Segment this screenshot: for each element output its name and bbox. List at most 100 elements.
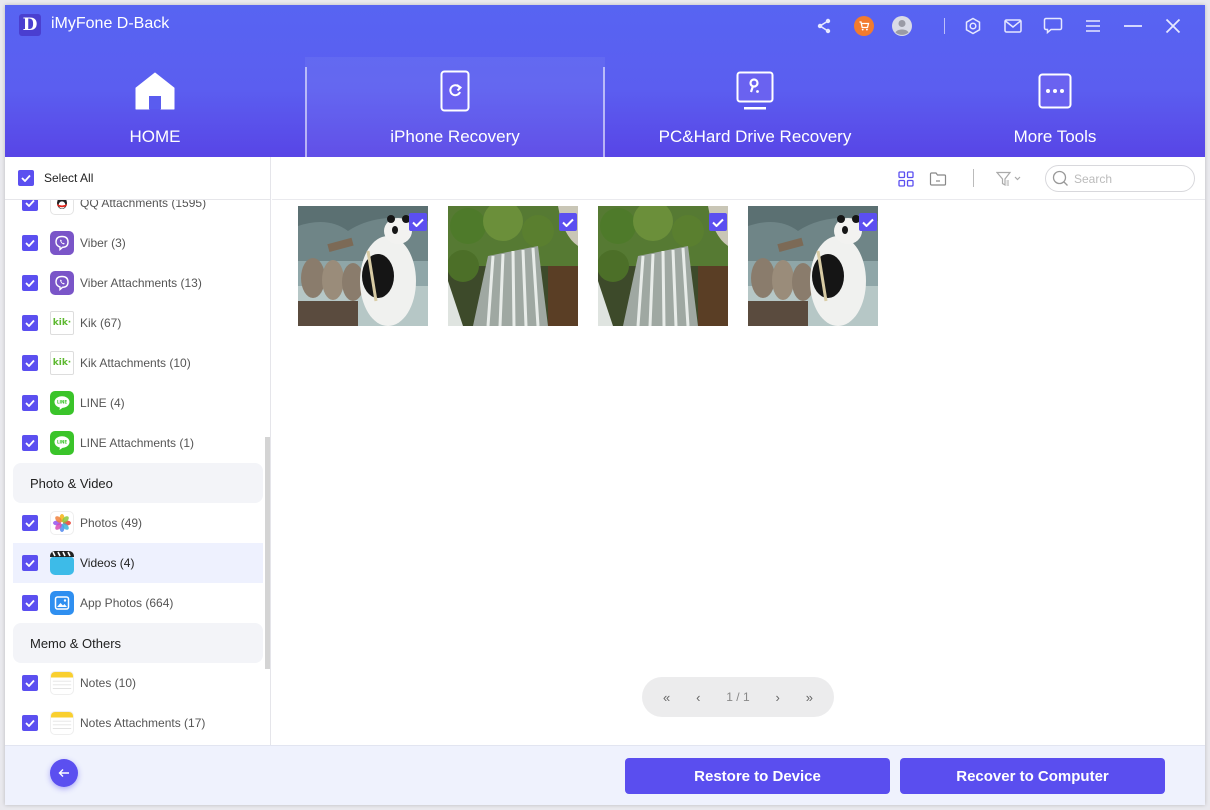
tab-more-tools[interactable]: More Tools [905,57,1205,157]
checkbox[interactable] [22,395,38,411]
tab-pc-drive-recovery-label: PC&Hard Drive Recovery [658,127,852,146]
search-input[interactable] [1074,171,1184,186]
content-area: « ‹ 1 / 1 › » [272,157,1205,745]
tab-home[interactable]: HOME [5,57,305,157]
pc-drive-recovery-icon [736,69,774,113]
filter-dropdown-icon[interactable] [995,170,1027,188]
video-thumbnail-panda[interactable] [298,206,428,326]
item-label: Kik (67) [80,316,122,330]
item-label: Videos (4) [80,556,135,570]
photos-icon [50,511,74,535]
video-thumbnail-waterfall[interactable] [598,206,728,326]
tab-more-tools-label: More Tools [1013,127,1097,146]
kik-icon: kik· [50,311,74,335]
recover-to-computer-button[interactable]: Recover to Computer [900,758,1165,794]
list-item-photos[interactable]: Photos (49) [5,503,263,543]
list-item-viber[interactable]: Viber (3) [5,223,263,263]
list-item-line-attachments[interactable]: LINE LINE Attachments (1) [5,423,263,463]
tab-iphone-recovery[interactable]: iPhone Recovery [305,57,605,157]
title-bar: D iMyFone D-Back [5,5,1205,47]
checkbox[interactable] [22,315,38,331]
list-item-kik[interactable]: kik· Kik (67) [5,303,263,343]
viber-icon [50,231,74,255]
item-label: Viber (3) [80,236,126,250]
category-sidebar: Select All QQ Attachments (1595) Viber (… [5,157,271,745]
checkbox[interactable] [22,555,38,571]
line-icon: LINE [50,431,74,455]
settings-icon[interactable] [963,16,983,36]
list-item-line[interactable]: LINE LINE (4) [5,383,263,423]
thumbnail-checkbox[interactable] [859,213,877,231]
restore-to-device-button[interactable]: Restore to Device [625,758,890,794]
select-all-checkbox[interactable] [18,170,34,186]
line-icon: LINE [50,391,74,415]
svg-text:LINE: LINE [57,400,67,405]
content-toolbar [272,157,1205,200]
app-window: D iMyFone D-Back HOME iPhone Recovery PC… [5,5,1205,805]
sidebar-scrollbar[interactable] [265,437,270,669]
app-logo: D [19,14,41,36]
viber-icon [50,271,74,295]
checkbox[interactable] [22,595,38,611]
thumbnail-checkbox[interactable] [709,213,727,231]
more-tools-icon [1038,69,1072,113]
user-avatar-icon[interactable] [892,16,912,36]
cart-icon[interactable] [854,16,874,36]
menu-icon[interactable] [1083,16,1103,36]
last-page-button[interactable]: » [806,690,813,705]
category-list: QQ Attachments (1595) Viber (3) Viber At… [5,183,263,743]
share-icon[interactable] [814,16,834,36]
list-item-videos[interactable]: Videos (4) [13,543,263,583]
video-thumbnail-waterfall[interactable] [448,206,578,326]
back-button[interactable] [50,759,78,787]
grid-view-icon[interactable] [897,170,915,188]
checkbox[interactable] [22,435,38,451]
app-photos-icon [50,591,74,615]
svg-text:LINE: LINE [57,440,67,445]
search-icon [1052,170,1068,186]
feedback-icon[interactable] [1043,16,1063,36]
list-item-notes[interactable]: Notes (10) [5,663,263,703]
page-indicator: 1 / 1 [726,690,750,704]
checkbox[interactable] [22,715,38,731]
checkbox[interactable] [22,235,38,251]
checkbox[interactable] [22,355,38,371]
checkbox[interactable] [22,515,38,531]
main-nav: HOME iPhone Recovery PC&Hard Drive Recov… [5,57,1205,157]
notes-icon [50,711,74,735]
item-label: Notes Attachments (17) [80,716,206,730]
item-label: LINE Attachments (1) [80,436,195,450]
thumbnail-grid [298,206,878,326]
select-all-label: Select All [44,171,94,185]
item-label: LINE (4) [80,396,125,410]
search-box[interactable] [1045,165,1195,192]
tab-pc-drive-recovery[interactable]: PC&Hard Drive Recovery [605,57,905,157]
folder-view-icon[interactable] [929,170,947,188]
kik-icon: kik· [50,351,74,375]
item-label: Notes (10) [80,676,137,690]
thumbnail-checkbox[interactable] [409,213,427,231]
app-title: iMyFone D-Back [51,15,170,32]
video-thumbnail-panda[interactable] [748,206,878,326]
close-icon[interactable] [1163,16,1183,36]
minimize-icon[interactable] [1123,16,1143,36]
pagination: « ‹ 1 / 1 › » [642,677,834,717]
select-all[interactable]: Select All [5,157,270,200]
list-item-notes-attachments[interactable]: Notes Attachments (17) [5,703,263,743]
list-item-kik-attachments[interactable]: kik· Kik Attachments (10) [5,343,263,383]
prev-page-button[interactable]: ‹ [696,690,700,705]
list-item-viber-attachments[interactable]: Viber Attachments (13) [5,263,263,303]
thumbnail-checkbox[interactable] [559,213,577,231]
category-photo-video[interactable]: Photo & Video [13,463,263,503]
category-memo-others[interactable]: Memo & Others [13,623,263,663]
titlebar-icons [814,5,1205,47]
mail-icon[interactable] [1003,16,1023,36]
first-page-button[interactable]: « [663,690,670,705]
next-page-button[interactable]: › [776,690,780,705]
checkbox[interactable] [22,675,38,691]
header: D iMyFone D-Back HOME iPhone Recovery PC… [5,5,1205,157]
arrow-left-icon [58,769,69,777]
iphone-recovery-icon [440,69,470,113]
checkbox[interactable] [22,275,38,291]
list-item-app-photos[interactable]: App Photos (664) [5,583,263,623]
